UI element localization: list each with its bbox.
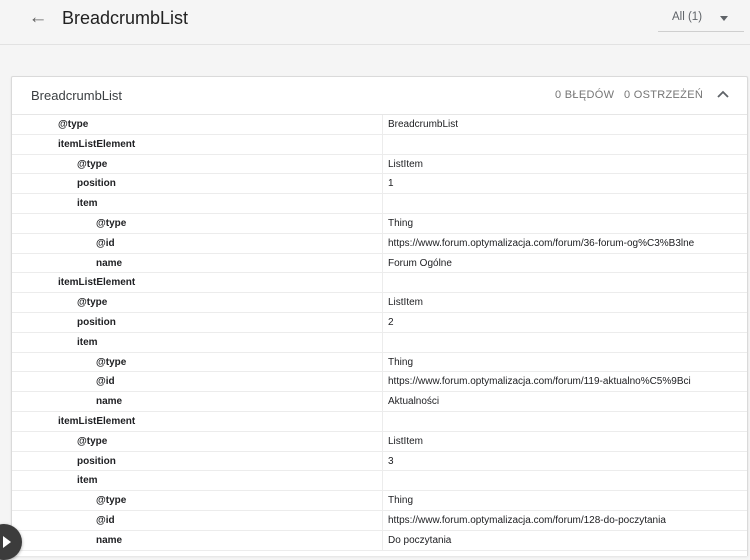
table-row: @id https://www.forum.optymalizacja.com/f… [12,372,747,393]
property-value: Thing [388,217,414,229]
column-divider [382,372,383,392]
property-value: Aktualności [388,396,440,408]
column-divider [382,510,383,530]
table-row: name Aktualności [12,392,747,412]
property-value: ListItem [388,158,424,170]
property-key: @type [96,356,127,368]
column-divider [382,491,383,510]
column-divider [382,134,383,154]
property-key: name [96,257,123,269]
table-row: position 3 [12,451,747,472]
filter-dropdown[interactable]: All (1) [658,5,744,32]
column-divider [382,213,383,233]
property-table: @type BreadcrumbList itemListElement @type L… [12,115,747,551]
table-row: @type ListItem [12,431,747,452]
table-row: item [12,332,747,353]
chevron-up-icon[interactable] [715,86,731,102]
table-row: position 1 [12,174,747,195]
table-row: itemListElement [12,273,747,294]
card-header[interactable]: BreadcrumbList 0 BŁĘDÓW 0 OSTRZEŻEŃ [12,77,747,115]
table-row: name Do poczytania [12,530,747,551]
property-key: @type [58,119,89,130]
table-row: @type BreadcrumbList [12,115,747,135]
column-divider [382,392,383,411]
property-value: 1 [388,178,394,190]
property-value: Thing [388,495,414,507]
property-key: @id [96,237,115,249]
property-value: Do poczytania [388,534,452,546]
column-divider [382,431,383,451]
caret-down-icon [720,16,728,21]
property-key: item [77,475,98,487]
column-divider [382,233,383,253]
property-key: name [96,534,123,546]
property-key: @type [96,495,127,507]
property-key: item [77,198,98,210]
column-divider [382,154,383,174]
table-row: position 2 [12,312,747,333]
property-key: @id [96,376,115,388]
property-value: ListItem [388,297,424,309]
property-key: @id [96,514,115,526]
column-divider [382,451,383,471]
property-key: position [77,455,116,467]
table-row: item [12,471,747,492]
column-divider [382,471,383,491]
warnings-count: 0 OSTRZEŻEŃ [624,89,704,101]
column-divider [382,174,383,194]
table-row: itemListElement [12,411,747,432]
property-value: BreadcrumbList [388,119,459,130]
property-key: itemListElement [58,415,136,427]
table-row: @type ListItem [12,154,747,175]
column-divider [382,530,383,550]
property-value: 2 [388,316,394,328]
property-key: @type [77,297,108,309]
errors-count: 0 BŁĘDÓW [555,89,615,101]
column-divider [382,293,383,312]
property-key: itemListElement [58,277,136,289]
table-row: @type Thing [12,352,747,373]
table-row: item [12,194,747,214]
property-value: Thing [388,356,414,368]
column-divider [382,115,383,134]
table-row: itemListElement [12,134,747,155]
top-bar: ← BreadcrumbList All (1) [0,0,750,45]
card-title: BreadcrumbList [31,88,123,103]
column-divider [382,332,383,352]
arrow-left-icon[interactable]: ← [26,6,50,30]
property-value: ListItem [388,435,424,447]
table-row: @type ListItem [12,293,747,313]
property-value: https://www.forum.optymalizacja.com/foru… [388,237,695,249]
table-row: @type Thing [12,213,747,234]
property-key: position [77,316,116,328]
column-divider [382,253,383,273]
table-row: @id https://www.forum.optymalizacja.com/f… [12,510,747,531]
property-key: itemListElement [58,138,136,150]
table-row: @type Thing [12,491,747,511]
column-divider [382,411,383,431]
filter-value: All (1) [672,11,703,23]
property-value: Forum Ogólne [388,257,452,269]
property-key: position [77,178,116,190]
column-divider [382,194,383,213]
property-value: https://www.forum.optymalizacja.com/foru… [388,376,691,388]
property-key: item [77,336,98,348]
page-title: BreadcrumbList [62,8,189,28]
column-divider [382,312,383,332]
result-card: BreadcrumbList 0 BŁĘDÓW 0 OSTRZEŻEŃ @typ… [11,76,748,556]
property-key: @type [77,158,108,170]
property-key: @type [77,435,108,447]
column-divider [382,352,383,372]
property-value: https://www.forum.optymalizacja.com/foru… [388,514,666,526]
column-divider [382,273,383,293]
table-row: name Forum Ogólne [12,253,747,274]
table-row: @id https://www.forum.optymalizacja.com/f… [12,233,747,254]
property-value: 3 [388,455,394,467]
property-key: @type [96,217,127,229]
property-key: name [96,396,123,408]
